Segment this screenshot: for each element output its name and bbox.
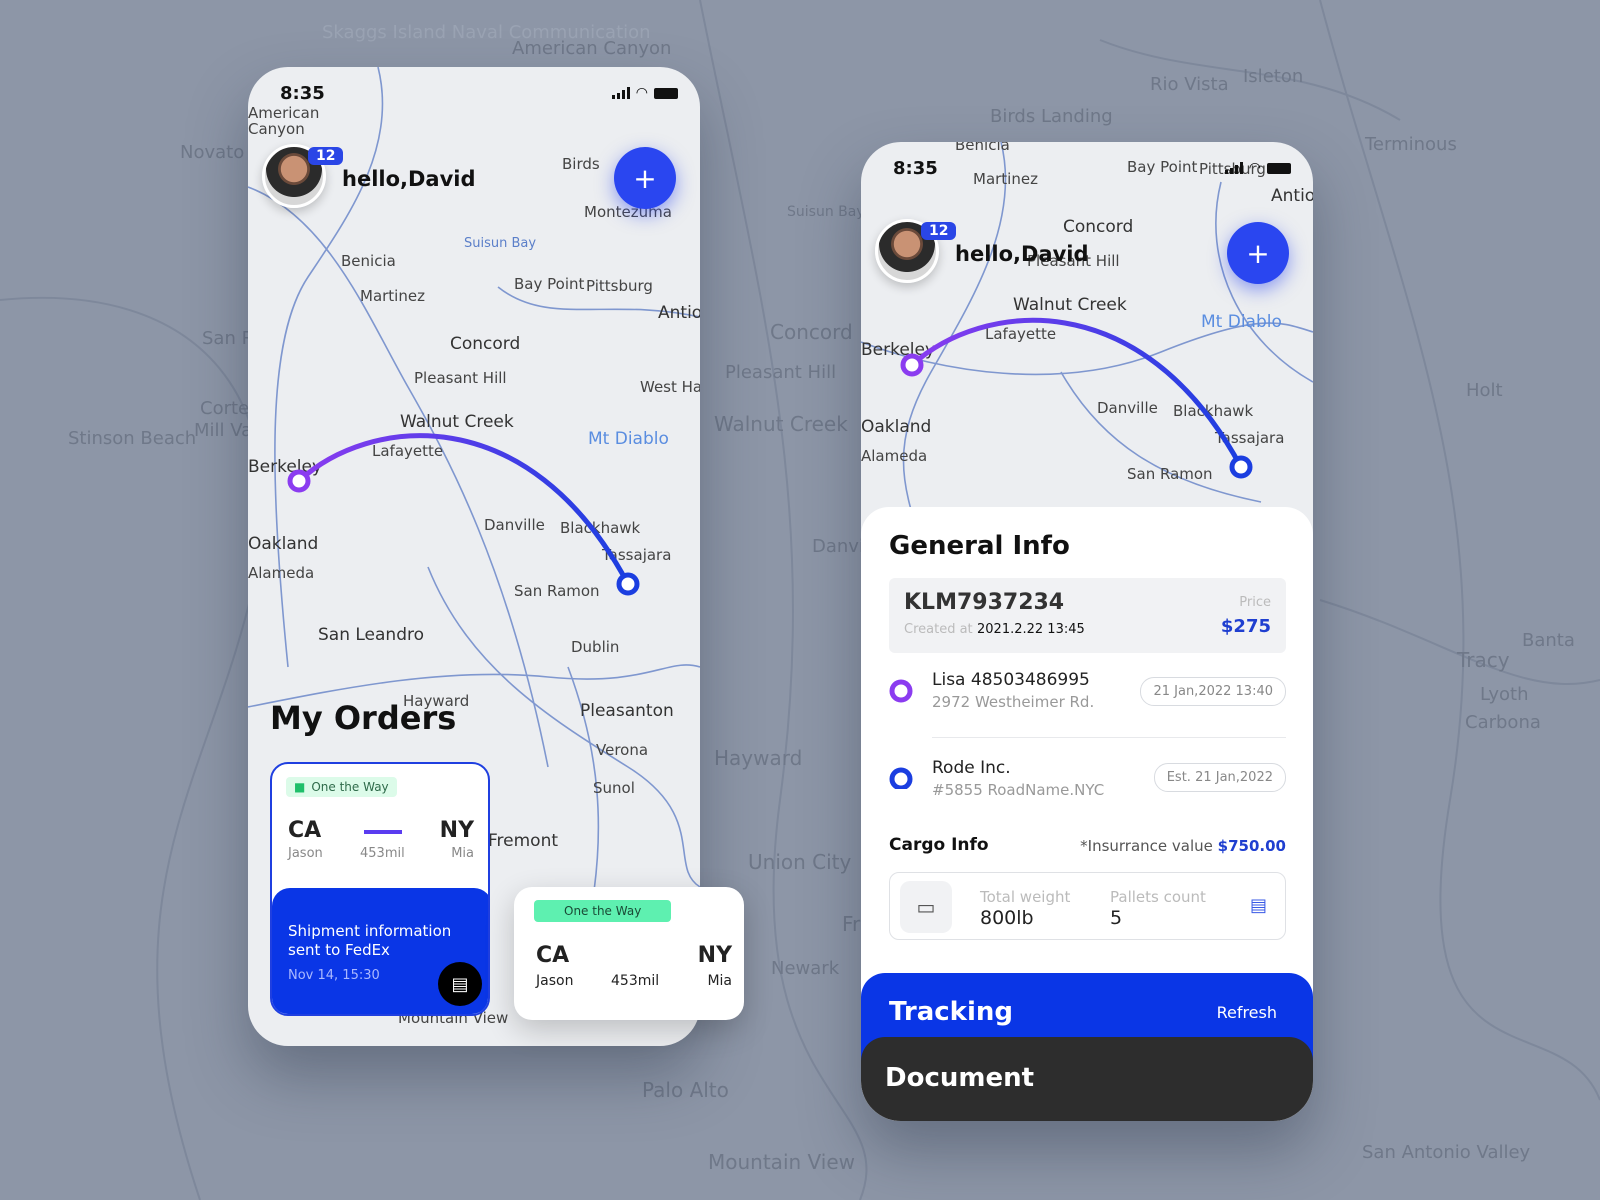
status-text: One the Way	[311, 780, 389, 794]
document-icon[interactable]: ▤	[1250, 895, 1267, 916]
bg-map-label: Terminous	[1365, 134, 1457, 155]
route-end-marker	[616, 572, 640, 596]
arrow-icon	[364, 824, 402, 834]
cargo-title: Cargo Info	[889, 835, 989, 855]
bg-map-label: Novato	[180, 142, 245, 163]
bg-map-label: Concord	[770, 320, 853, 344]
bg-map-label: Newark	[771, 958, 840, 979]
bg-map-label: Birds Landing	[990, 106, 1113, 127]
bg-map-label: Holt	[1466, 380, 1503, 401]
tracking-title: Tracking	[889, 997, 1013, 1027]
pallets-value: 5	[1110, 907, 1123, 929]
destination-code: NY	[697, 943, 732, 968]
insurance-value: $750.00	[1217, 837, 1286, 855]
bg-map-label: Isleton	[1243, 66, 1304, 87]
pallets-label: Pallets count	[1110, 888, 1206, 906]
bg-map-label: San Antonio Valley	[1362, 1142, 1531, 1163]
bg-map-label: Suisun Bay	[787, 204, 865, 220]
order-detail-screen: Benicia Martinez Bay Point Pittsburg Ant…	[861, 142, 1313, 1121]
weight-value: 800lb	[980, 907, 1034, 929]
price-value: $275	[1220, 616, 1271, 637]
bg-map-label: Palo Alto	[642, 1078, 729, 1102]
order-summary: KLM7937234 Created at 2021.2.22 13:45 Pr…	[889, 578, 1286, 653]
background-roads	[0, 0, 1600, 1200]
bg-map-label: Walnut Creek	[714, 412, 848, 436]
bg-map-label: Rio Vista	[1150, 74, 1229, 95]
route-end-marker	[1229, 455, 1253, 479]
bg-map-label: Hayward	[714, 746, 803, 770]
origin-code: CA	[536, 943, 570, 968]
truck-icon: ■	[294, 780, 306, 794]
box-icon: ▭	[900, 881, 952, 933]
page-title: My Orders	[270, 699, 457, 737]
bg-map-label: Mountain View	[708, 1150, 855, 1174]
shipment-update: Shipment information sent to FedEx Nov 1…	[272, 888, 488, 1014]
destination-code: NY	[439, 818, 474, 843]
document-title: Document	[885, 1063, 1035, 1093]
sender-name: Jason	[536, 973, 574, 989]
created-label: Created at	[904, 622, 973, 637]
bg-map-label: Stinson Beach	[68, 428, 197, 449]
origin-code: CA	[288, 818, 322, 843]
bg-map-label: Carbona	[1465, 712, 1541, 733]
background-map: Novato Stinson Beach San Rafael Corte Ma…	[0, 0, 1600, 1200]
refresh-button[interactable]: Refresh	[1217, 1003, 1277, 1022]
document-panel[interactable]: Document	[861, 1037, 1313, 1121]
insurance-label: *Insurrance value	[1080, 837, 1213, 855]
divider	[932, 737, 1286, 738]
pickup-address: 2972 Westheimer Rd.	[932, 693, 1095, 711]
receiver-name: Mia	[707, 973, 732, 989]
document-icon: ▤	[451, 973, 469, 995]
map-label: Birds	[562, 155, 600, 173]
section-title: General Info	[889, 531, 1070, 561]
update-text: Shipment information sent to FedEx	[288, 922, 452, 959]
order-id: KLM7937234	[904, 590, 1065, 615]
update-time: Nov 14, 15:30	[288, 968, 380, 983]
pickup-dropoff-line	[889, 679, 913, 789]
weight-label: Total weight	[980, 888, 1071, 906]
route-start-marker	[287, 469, 311, 493]
dropoff-time: Est. 21 Jan,2022	[1153, 763, 1286, 792]
bg-map-label: Pleasant Hill	[725, 362, 837, 383]
price-label: Price	[1239, 595, 1271, 610]
distance: 453mil	[360, 846, 405, 861]
bg-map-label: Union City	[748, 850, 852, 874]
sender-name: Jason	[288, 846, 323, 861]
bg-map-label: Lyoth	[1480, 684, 1529, 705]
receiver-name: Mia	[451, 846, 474, 861]
cargo-card: ▭ Total weight 800lb Pallets count 5 ▤	[889, 872, 1286, 940]
status-tag: ■ One the Way	[286, 777, 397, 797]
insurance: *Insurrance value $750.00	[1080, 837, 1286, 855]
order-card[interactable]: One the Way CA Jason 453mil NY Mia	[514, 887, 744, 1020]
map-label: American Canyon	[248, 104, 320, 138]
order-details-sheet: General Info KLM7937234 Created at 2021.…	[861, 507, 1313, 1121]
order-card[interactable]: ■ One the Way CA Jason 453mil NY Mia Ship…	[270, 762, 490, 1016]
dropoff-address: #5855 RoadName.NYC	[932, 781, 1105, 799]
route-path	[900, 317, 1253, 479]
bg-map-label: American Canyon	[512, 38, 672, 59]
created-value: 2021.2.22 13:45	[977, 622, 1085, 637]
bg-map-label: Tracy	[1457, 648, 1510, 672]
pickup-time: 21 Jan,2022 13:40	[1140, 677, 1286, 706]
pickup-name: Lisa 48503486995	[932, 670, 1090, 690]
status-tag: One the Way	[534, 900, 672, 922]
bg-map-label: Banta	[1522, 630, 1575, 651]
document-button[interactable]: ▤	[438, 962, 482, 1006]
distance: 453mil	[611, 973, 660, 989]
route-start-marker	[900, 353, 924, 377]
dropoff-name: Rode Inc.	[932, 758, 1011, 778]
